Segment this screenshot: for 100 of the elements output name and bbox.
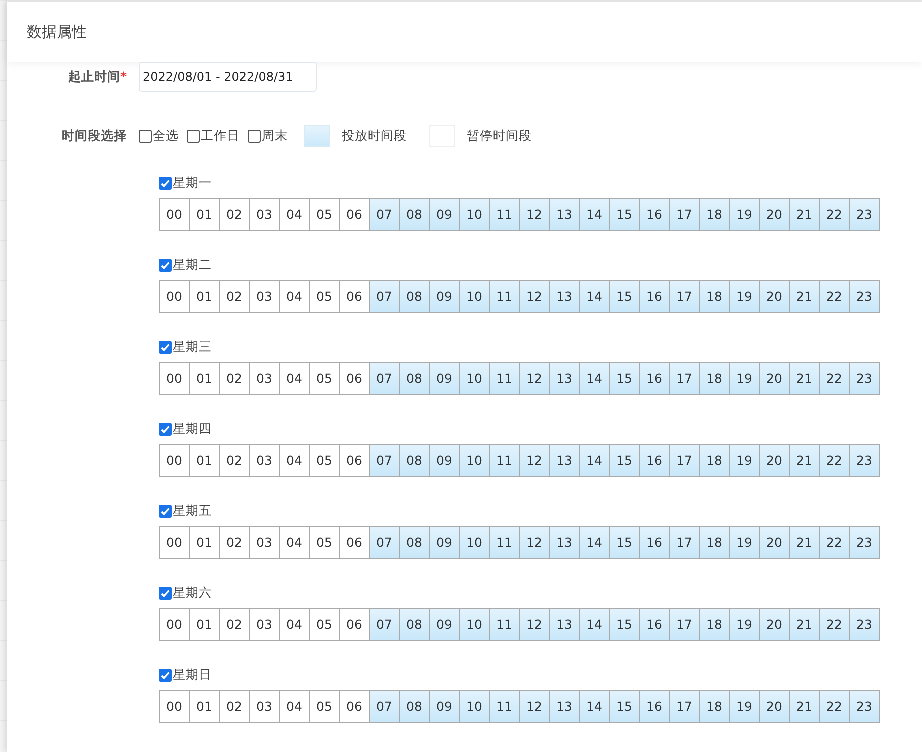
- hour-cell[interactable]: 22: [820, 444, 850, 477]
- hour-cell[interactable]: 15: [610, 444, 640, 477]
- hour-cell[interactable]: 18: [700, 362, 730, 395]
- hour-cell[interactable]: 06: [340, 690, 370, 723]
- hour-cell[interactable]: 02: [220, 444, 250, 477]
- checkbox[interactable]: [248, 130, 261, 142]
- hour-cell[interactable]: 19: [730, 608, 760, 641]
- hour-cell[interactable]: 19: [730, 444, 760, 477]
- hour-cell[interactable]: 08: [400, 608, 430, 641]
- hour-cell[interactable]: 22: [820, 362, 850, 395]
- hour-cell[interactable]: 17: [670, 690, 700, 723]
- hour-cell[interactable]: 17: [670, 526, 700, 559]
- hour-cell[interactable]: 09: [430, 608, 460, 641]
- hour-cell[interactable]: 09: [430, 444, 460, 477]
- hour-cell[interactable]: 13: [550, 198, 580, 231]
- hour-cell[interactable]: 22: [820, 280, 850, 313]
- hour-cell[interactable]: 08: [400, 198, 430, 231]
- hour-cell[interactable]: 02: [220, 362, 250, 395]
- hour-cell[interactable]: 11: [490, 444, 520, 477]
- hour-cell[interactable]: 23: [850, 280, 880, 313]
- hour-cell[interactable]: 05: [310, 690, 340, 723]
- hour-cell[interactable]: 04: [280, 526, 310, 559]
- hour-cell[interactable]: 09: [430, 280, 460, 313]
- day-checkbox[interactable]: 星期日: [159, 666, 922, 684]
- hour-cell[interactable]: 22: [820, 690, 850, 723]
- hour-cell[interactable]: 21: [790, 280, 820, 313]
- hour-cell[interactable]: 17: [670, 444, 700, 477]
- hour-cell[interactable]: 07: [370, 362, 400, 395]
- hour-cell[interactable]: 18: [700, 690, 730, 723]
- hour-cell[interactable]: 17: [670, 362, 700, 395]
- hour-cell[interactable]: 16: [640, 526, 670, 559]
- hour-cell[interactable]: 15: [610, 198, 640, 231]
- checkbox[interactable]: [159, 586, 172, 600]
- checkbox[interactable]: [159, 422, 172, 436]
- hour-cell[interactable]: 06: [340, 198, 370, 231]
- hour-cell[interactable]: 14: [580, 608, 610, 641]
- hour-cell[interactable]: 10: [460, 444, 490, 477]
- hour-cell[interactable]: 14: [580, 526, 610, 559]
- hour-cell[interactable]: 08: [400, 362, 430, 395]
- hour-cell[interactable]: 16: [640, 690, 670, 723]
- day-checkbox[interactable]: 星期五: [159, 502, 922, 520]
- hour-cell[interactable]: 07: [370, 608, 400, 641]
- hour-cell[interactable]: 20: [760, 280, 790, 313]
- hour-cell[interactable]: 03: [250, 444, 280, 477]
- hour-cell[interactable]: 07: [370, 690, 400, 723]
- hour-cell[interactable]: 13: [550, 526, 580, 559]
- hour-cell[interactable]: 06: [340, 362, 370, 395]
- hour-cell[interactable]: 10: [460, 526, 490, 559]
- hour-cell[interactable]: 02: [220, 526, 250, 559]
- hour-cell[interactable]: 20: [760, 690, 790, 723]
- hour-cell[interactable]: 20: [760, 526, 790, 559]
- hour-cell[interactable]: 10: [460, 198, 490, 231]
- hour-cell[interactable]: 23: [850, 198, 880, 231]
- hour-cell[interactable]: 18: [700, 444, 730, 477]
- hour-cell[interactable]: 13: [550, 444, 580, 477]
- hour-cell[interactable]: 03: [250, 608, 280, 641]
- checkbox[interactable]: [187, 130, 200, 142]
- hour-cell[interactable]: 08: [400, 526, 430, 559]
- checkbox[interactable]: [159, 258, 172, 272]
- hour-cell[interactable]: 15: [610, 690, 640, 723]
- hour-cell[interactable]: 11: [490, 198, 520, 231]
- hour-cell[interactable]: 12: [520, 362, 550, 395]
- checkbox-option[interactable]: 全选: [139, 128, 179, 144]
- hour-cell[interactable]: 06: [340, 608, 370, 641]
- hour-cell[interactable]: 16: [640, 280, 670, 313]
- hour-cell[interactable]: 02: [220, 280, 250, 313]
- hour-cell[interactable]: 00: [160, 362, 190, 395]
- hour-cell[interactable]: 12: [520, 198, 550, 231]
- hour-cell[interactable]: 18: [700, 526, 730, 559]
- hour-cell[interactable]: 01: [190, 608, 220, 641]
- hour-cell[interactable]: 23: [850, 362, 880, 395]
- hour-cell[interactable]: 04: [280, 362, 310, 395]
- day-checkbox[interactable]: 星期三: [159, 338, 922, 356]
- hour-cell[interactable]: 02: [220, 608, 250, 641]
- hour-cell[interactable]: 00: [160, 280, 190, 313]
- hour-cell[interactable]: 18: [700, 280, 730, 313]
- hour-cell[interactable]: 18: [700, 198, 730, 231]
- hour-cell[interactable]: 23: [850, 608, 880, 641]
- hour-cell[interactable]: 03: [250, 280, 280, 313]
- hour-cell[interactable]: 00: [160, 198, 190, 231]
- hour-cell[interactable]: 12: [520, 280, 550, 313]
- hour-cell[interactable]: 16: [640, 444, 670, 477]
- hour-cell[interactable]: 00: [160, 444, 190, 477]
- hour-cell[interactable]: 01: [190, 362, 220, 395]
- hour-cell[interactable]: 16: [640, 362, 670, 395]
- checkbox-option[interactable]: 工作日: [187, 128, 240, 144]
- hour-cell[interactable]: 02: [220, 690, 250, 723]
- hour-cell[interactable]: 10: [460, 690, 490, 723]
- hour-cell[interactable]: 08: [400, 280, 430, 313]
- hour-cell[interactable]: 01: [190, 526, 220, 559]
- checkbox[interactable]: [159, 668, 172, 682]
- hour-cell[interactable]: 11: [490, 362, 520, 395]
- hour-cell[interactable]: 01: [190, 444, 220, 477]
- hour-cell[interactable]: 20: [760, 362, 790, 395]
- hour-cell[interactable]: 14: [580, 690, 610, 723]
- hour-cell[interactable]: 20: [760, 608, 790, 641]
- hour-cell[interactable]: 04: [280, 198, 310, 231]
- hour-cell[interactable]: 11: [490, 526, 520, 559]
- hour-cell[interactable]: 12: [520, 608, 550, 641]
- hour-cell[interactable]: 03: [250, 362, 280, 395]
